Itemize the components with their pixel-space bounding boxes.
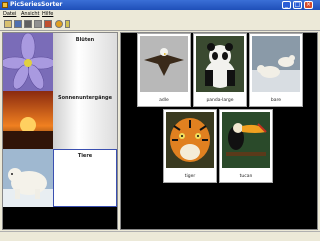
- maximize-button[interactable]: □: [293, 1, 302, 9]
- picture-thumbnail: [140, 36, 188, 92]
- window-title: PicSeriesSorter: [10, 1, 63, 8]
- category-thumbnail: [3, 33, 53, 91]
- category-label: Blüten: [75, 37, 95, 43]
- category-item-tiere[interactable]: Tiere: [3, 149, 117, 207]
- category-thumbnail: [3, 149, 53, 207]
- category-thumbnail: [3, 91, 53, 149]
- list-icon[interactable]: [34, 20, 42, 28]
- picture-label: tucan: [239, 174, 253, 179]
- picture-thumbnail: [196, 36, 244, 92]
- picture-card-panda-large[interactable]: panda-large: [193, 33, 247, 107]
- category-item-sonnenuntergaenge[interactable]: Sonnenuntergänge: [3, 91, 117, 149]
- category-label: Tiere: [77, 153, 93, 159]
- app-icon: [2, 2, 8, 8]
- picture-grid[interactable]: adle panda-large bare tiger tucan: [120, 32, 318, 230]
- picture-card-adle[interactable]: adle: [137, 33, 191, 107]
- help-icon[interactable]: [55, 20, 63, 28]
- app-window: PicSeriesSorter _ □ × Datei Ansicht Hilf…: [0, 0, 320, 241]
- picture-card-bare[interactable]: bare: [249, 33, 303, 107]
- picture-thumbnail: [166, 112, 214, 168]
- category-label: Sonnenuntergänge: [58, 95, 112, 101]
- menu-hilfe[interactable]: Hilfe: [42, 10, 53, 19]
- menu-bar: Datei Ansicht Hilfe: [0, 10, 320, 19]
- menu-datei[interactable]: Datei: [3, 10, 16, 19]
- picture-thumbnail: [252, 36, 300, 92]
- picture-card-tucan[interactable]: tucan: [219, 109, 273, 183]
- picture-card-tiger[interactable]: tiger: [163, 109, 217, 183]
- menu-ansicht[interactable]: Ansicht: [21, 10, 39, 19]
- info-icon[interactable]: [65, 20, 70, 28]
- sort-icon[interactable]: [44, 20, 52, 28]
- category-item-blueten[interactable]: Blüten: [3, 33, 117, 91]
- picture-label: bare: [270, 98, 282, 103]
- picture-label: tiger: [184, 174, 196, 179]
- close-button[interactable]: ×: [304, 1, 313, 9]
- picture-thumbnail: [222, 112, 270, 168]
- picture-label: panda-large: [206, 98, 234, 103]
- category-list[interactable]: Blüten Sonnenuntergänge Tiere: [2, 32, 118, 230]
- toolbar: [0, 19, 320, 31]
- picture-label: adle: [159, 98, 169, 103]
- title-bar: PicSeriesSorter _ □ ×: [0, 0, 320, 10]
- open-icon[interactable]: [4, 20, 12, 28]
- save-icon[interactable]: [14, 20, 22, 28]
- grid-icon[interactable]: [24, 20, 32, 28]
- minimize-button[interactable]: _: [282, 1, 291, 9]
